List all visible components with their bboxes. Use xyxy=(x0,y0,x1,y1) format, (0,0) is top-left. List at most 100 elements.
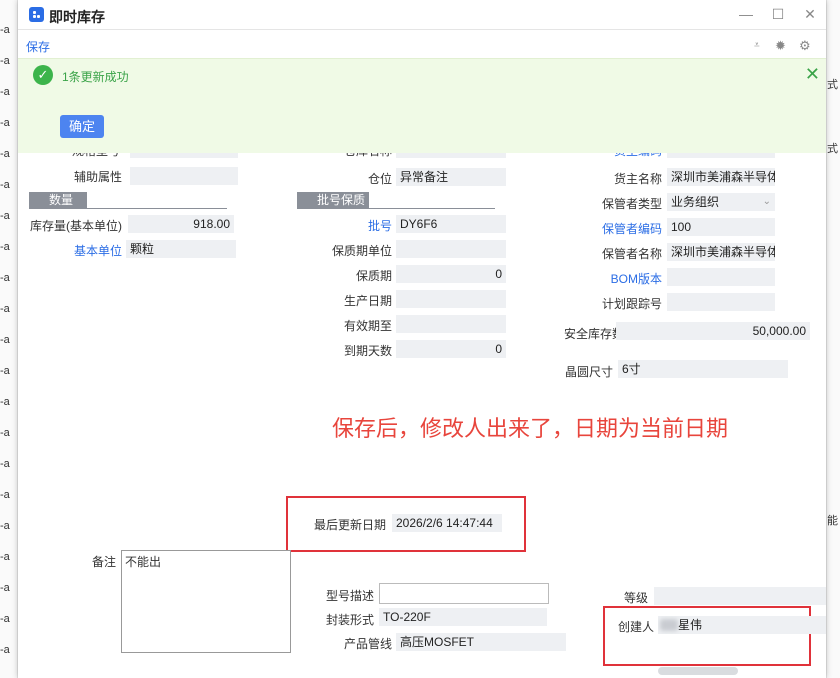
production-date-field[interactable] xyxy=(396,290,506,308)
theme-icon[interactable]: ✹ xyxy=(775,38,786,54)
aux-attr-field[interactable] xyxy=(130,167,238,185)
minimize-icon[interactable]: — xyxy=(738,6,754,22)
section-quantity: 数量 xyxy=(29,192,87,209)
grade-field[interactable] xyxy=(654,587,826,605)
background-cell: -a xyxy=(0,24,10,36)
last-update-label: 最后更新日期 xyxy=(313,518,386,532)
background-cell: 式 xyxy=(827,143,838,155)
background-cell: -a xyxy=(0,520,10,532)
background-cell: -a xyxy=(0,365,10,377)
redaction-blur xyxy=(660,619,678,631)
annotation-text: 保存后，修改人出来了，日期为当前日期 xyxy=(332,416,729,441)
toast-message: 1条更新成功 xyxy=(62,70,129,84)
highlight-box xyxy=(603,606,811,666)
expiry-date-field[interactable] xyxy=(396,315,506,333)
success-toast: ✓ 1条更新成功 ✕ 确定 xyxy=(18,58,826,153)
section-divider xyxy=(29,208,227,209)
track-number-label: 计划跟踪号 xyxy=(601,297,662,311)
last-update-field[interactable]: 2026/2/6 14:47:44 xyxy=(392,514,502,532)
dialog-title: 即时库存 xyxy=(49,9,105,25)
package-label: 封装形式 xyxy=(325,613,374,627)
package-field[interactable]: TO-220F xyxy=(379,608,547,626)
background-cell: 式 xyxy=(827,79,838,91)
owner-name-field[interactable]: 深圳市美浦森半导体 xyxy=(667,168,775,186)
background-cell: -a xyxy=(0,117,10,129)
background-cell: -a xyxy=(0,241,10,253)
keeper-type-value: 业务组织 xyxy=(671,195,720,209)
background-grid-right: 式 式 能 xyxy=(826,0,840,678)
background-cell: -a xyxy=(0,334,10,346)
keeper-name-label: 保管者名称 xyxy=(601,247,662,261)
shelf-life-label: 保质期 xyxy=(355,269,392,283)
shelf-unit-field[interactable] xyxy=(396,240,506,258)
product-line-field[interactable]: 高压MOSFET xyxy=(396,633,566,651)
location-label: 仓位 xyxy=(367,172,392,186)
safety-stock-field[interactable]: 50,000.00 xyxy=(616,322,810,340)
keeper-code-label[interactable]: 保管者编码 xyxy=(578,220,662,237)
wafer-size-field[interactable]: 6寸 xyxy=(618,360,788,378)
background-cell: -a xyxy=(0,427,10,439)
remark-label: 备注 xyxy=(91,555,116,569)
lot-label[interactable]: 批号 xyxy=(348,217,392,234)
close-icon[interactable]: ✕ xyxy=(802,6,818,22)
background-cell: 能 xyxy=(827,515,838,527)
track-number-field[interactable] xyxy=(667,293,775,311)
keeper-type-select[interactable]: 业务组织 ⌄ xyxy=(667,193,775,211)
background-cell: -a xyxy=(0,551,10,563)
creator-label: 创建人 xyxy=(617,620,654,634)
app-icon xyxy=(29,7,44,22)
keeper-type-label: 保管者类型 xyxy=(601,197,662,211)
background-cell: -a xyxy=(0,179,10,191)
background-cell: -a xyxy=(0,55,10,67)
maximize-icon[interactable]: ☐ xyxy=(770,6,786,22)
product-line-label: 产品管线 xyxy=(343,637,392,651)
model-desc-input[interactable] xyxy=(379,583,549,604)
days-to-expiry-field[interactable]: 0 xyxy=(396,340,506,358)
lot-field[interactable]: DY6F6 xyxy=(396,215,506,233)
gear-icon[interactable]: ⚙ xyxy=(799,38,811,54)
background-cell: -a xyxy=(0,210,10,222)
horizontal-scrollbar[interactable] xyxy=(658,667,738,675)
base-unit-field[interactable]: 颗粒 xyxy=(126,240,236,258)
background-cell: -a xyxy=(0,396,10,408)
wafer-size-label: 晶圆尺寸 xyxy=(564,365,613,379)
base-unit-label[interactable]: 基本单位 xyxy=(58,242,122,259)
toolbar: 保存 ⩡ ✹ ⚙ xyxy=(18,30,826,58)
chevron-down-icon: ⌄ xyxy=(762,196,771,207)
background-cell: -a xyxy=(0,148,10,160)
remark-textarea[interactable]: 不能出 xyxy=(121,550,291,653)
bom-version-label[interactable]: BOM版本 xyxy=(578,270,662,287)
toast-close-icon[interactable]: ✕ xyxy=(805,64,820,85)
background-grid-left: -a -a -a -a -a -a -a -a -a -a -a -a -a -a -a -a -a -a -a -a… xyxy=(0,0,18,678)
inventory-dialog: 即时库存 — ☐ ✕ 保存 ⩡ ✹ ⚙ 规格型号 福建... 仓库名称 深圳仓 … xyxy=(18,0,826,678)
save-button[interactable]: 保存 xyxy=(26,38,50,55)
title-bar: 即时库存 — ☐ ✕ xyxy=(18,0,826,30)
background-cell: -a xyxy=(0,458,10,470)
confirm-button[interactable]: 确定 xyxy=(60,115,104,138)
background-cell: -a xyxy=(0,582,10,594)
background-cell: -a xyxy=(0,489,10,501)
collapse-icon[interactable]: ⩡ xyxy=(754,40,760,51)
section-lot-shelf: 批号保质期 xyxy=(297,192,369,224)
background-cell: -a xyxy=(0,86,10,98)
background-cell: -a xyxy=(0,613,10,625)
background-cell: -a xyxy=(0,303,10,315)
bom-version-field[interactable] xyxy=(667,268,775,286)
section-divider xyxy=(297,208,495,209)
keeper-code-field[interactable]: 100 xyxy=(667,218,775,236)
production-date-label: 生产日期 xyxy=(343,294,392,308)
check-circle-icon: ✓ xyxy=(33,65,53,85)
location-field[interactable]: 异常备注 xyxy=(396,168,506,186)
grade-label: 等级 xyxy=(623,591,648,605)
creator-field[interactable]: 星伟 xyxy=(658,616,826,634)
days-to-expiry-label: 到期天数 xyxy=(343,344,392,358)
expiry-date-label: 有效期至 xyxy=(343,319,392,333)
owner-name-label: 货主名称 xyxy=(613,172,662,186)
shelf-life-field[interactable]: 0 xyxy=(396,265,506,283)
stock-qty-field[interactable]: 918.00 xyxy=(128,215,234,233)
aux-attr-label: 辅助属性 xyxy=(73,170,122,184)
creator-value: 星伟 xyxy=(678,618,703,632)
keeper-name-field[interactable]: 深圳市美浦森半导体 xyxy=(667,243,775,261)
background-cell: -a xyxy=(0,644,10,656)
model-desc-label: 型号描述 xyxy=(325,589,374,603)
